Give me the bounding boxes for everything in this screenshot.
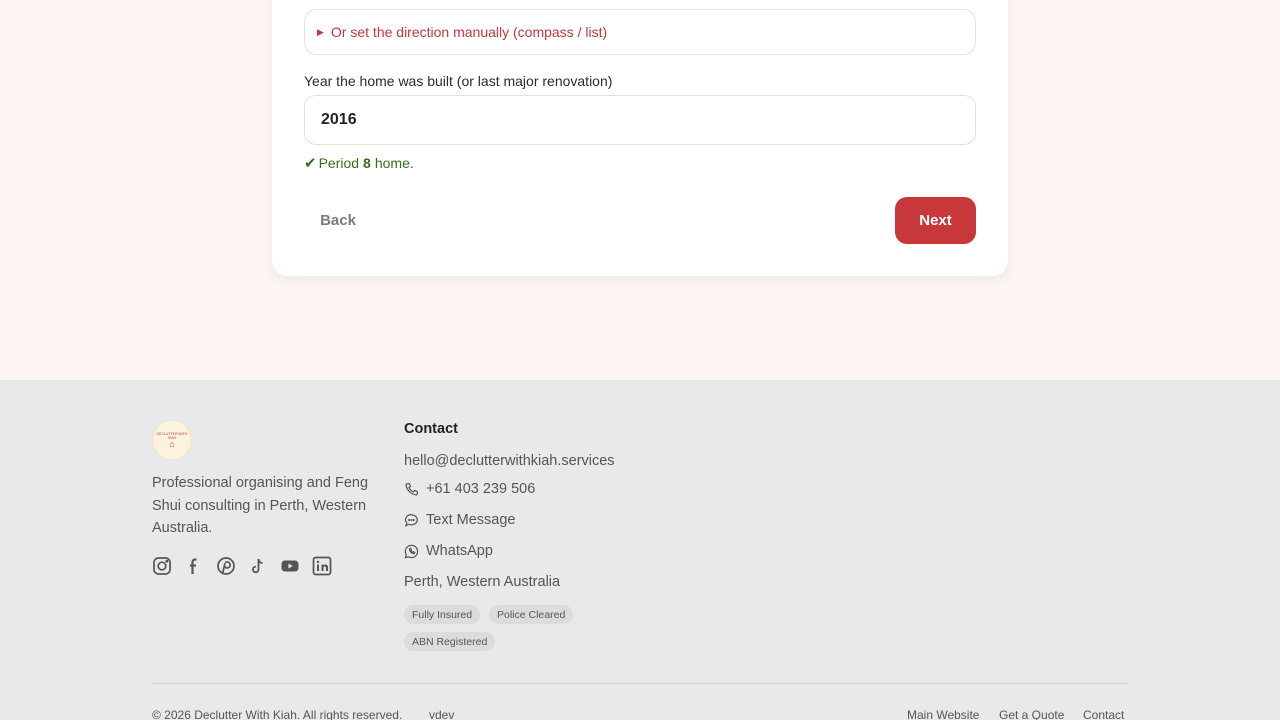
- whatsapp-icon: [404, 544, 419, 558]
- period-number: 8: [363, 155, 371, 171]
- location-text: Perth, Western Australia: [404, 574, 561, 590]
- phone-link[interactable]: +61 403 239 506: [404, 481, 535, 497]
- checkmark-icon: ✔: [304, 155, 317, 172]
- footer-divider: [152, 683, 1128, 684]
- next-button[interactable]: Next: [895, 197, 976, 244]
- text-message-label: Text Message: [426, 512, 516, 528]
- site-footer: [0, 380, 1280, 720]
- period-prefix: Period: [318, 155, 360, 171]
- badge-fully-insured: Fully Insured: [404, 605, 481, 624]
- period-status: ✔ Period 8 home.: [304, 154, 414, 172]
- contact-heading: Contact: [404, 421, 458, 437]
- main-website-link[interactable]: Main Website: [907, 708, 979, 720]
- footer-tagline: Professional organising and Feng Shui co…: [152, 475, 369, 536]
- get-a-quote-link[interactable]: Get a Quote: [999, 708, 1064, 720]
- social-links: [152, 556, 332, 576]
- linkedin-icon[interactable]: [312, 556, 332, 576]
- tiktok-icon[interactable]: [248, 556, 268, 576]
- facebook-icon[interactable]: [184, 556, 204, 576]
- house-icon: ⌂: [169, 438, 175, 449]
- copyright-text: © 2026 Declutter With Kiah. All rights r…: [152, 708, 403, 720]
- phone-icon: [405, 482, 418, 496]
- instagram-icon[interactable]: [152, 556, 172, 576]
- pinterest-icon[interactable]: [216, 556, 236, 576]
- developer-credit-link[interactable]: vdev: [429, 708, 454, 720]
- back-button[interactable]: Back: [304, 197, 372, 243]
- email-link[interactable]: hello@declutterwithkiah.services: [404, 453, 615, 469]
- badge-abn-registered: ABN Registered: [404, 632, 496, 651]
- badge-police-cleared: Police Cleared: [489, 605, 574, 624]
- whatsapp-link[interactable]: WhatsApp: [404, 543, 493, 559]
- contact-link[interactable]: Contact: [1083, 708, 1124, 720]
- youtube-icon[interactable]: [280, 556, 300, 576]
- manual-direction-toggle[interactable]: ▶ Or set the direction manually (compass…: [304, 9, 976, 55]
- whatsapp-label: WhatsApp: [426, 543, 493, 559]
- year-built-label: Year the home was built (or last major r…: [304, 73, 613, 89]
- chat-bubble-icon: [404, 513, 418, 527]
- period-suffix: home.: [374, 155, 414, 171]
- phone-label: +61 403 239 506: [426, 481, 536, 497]
- manual-direction-label: Or set the direction manually (compass /…: [330, 24, 608, 40]
- site-logo[interactable]: DECLUTTER WITH KIAH ⌂: [152, 420, 192, 460]
- text-message-link[interactable]: Text Message: [404, 512, 515, 528]
- year-built-input[interactable]: [304, 95, 976, 145]
- disclosure-triangle-icon: ▶: [317, 26, 324, 37]
